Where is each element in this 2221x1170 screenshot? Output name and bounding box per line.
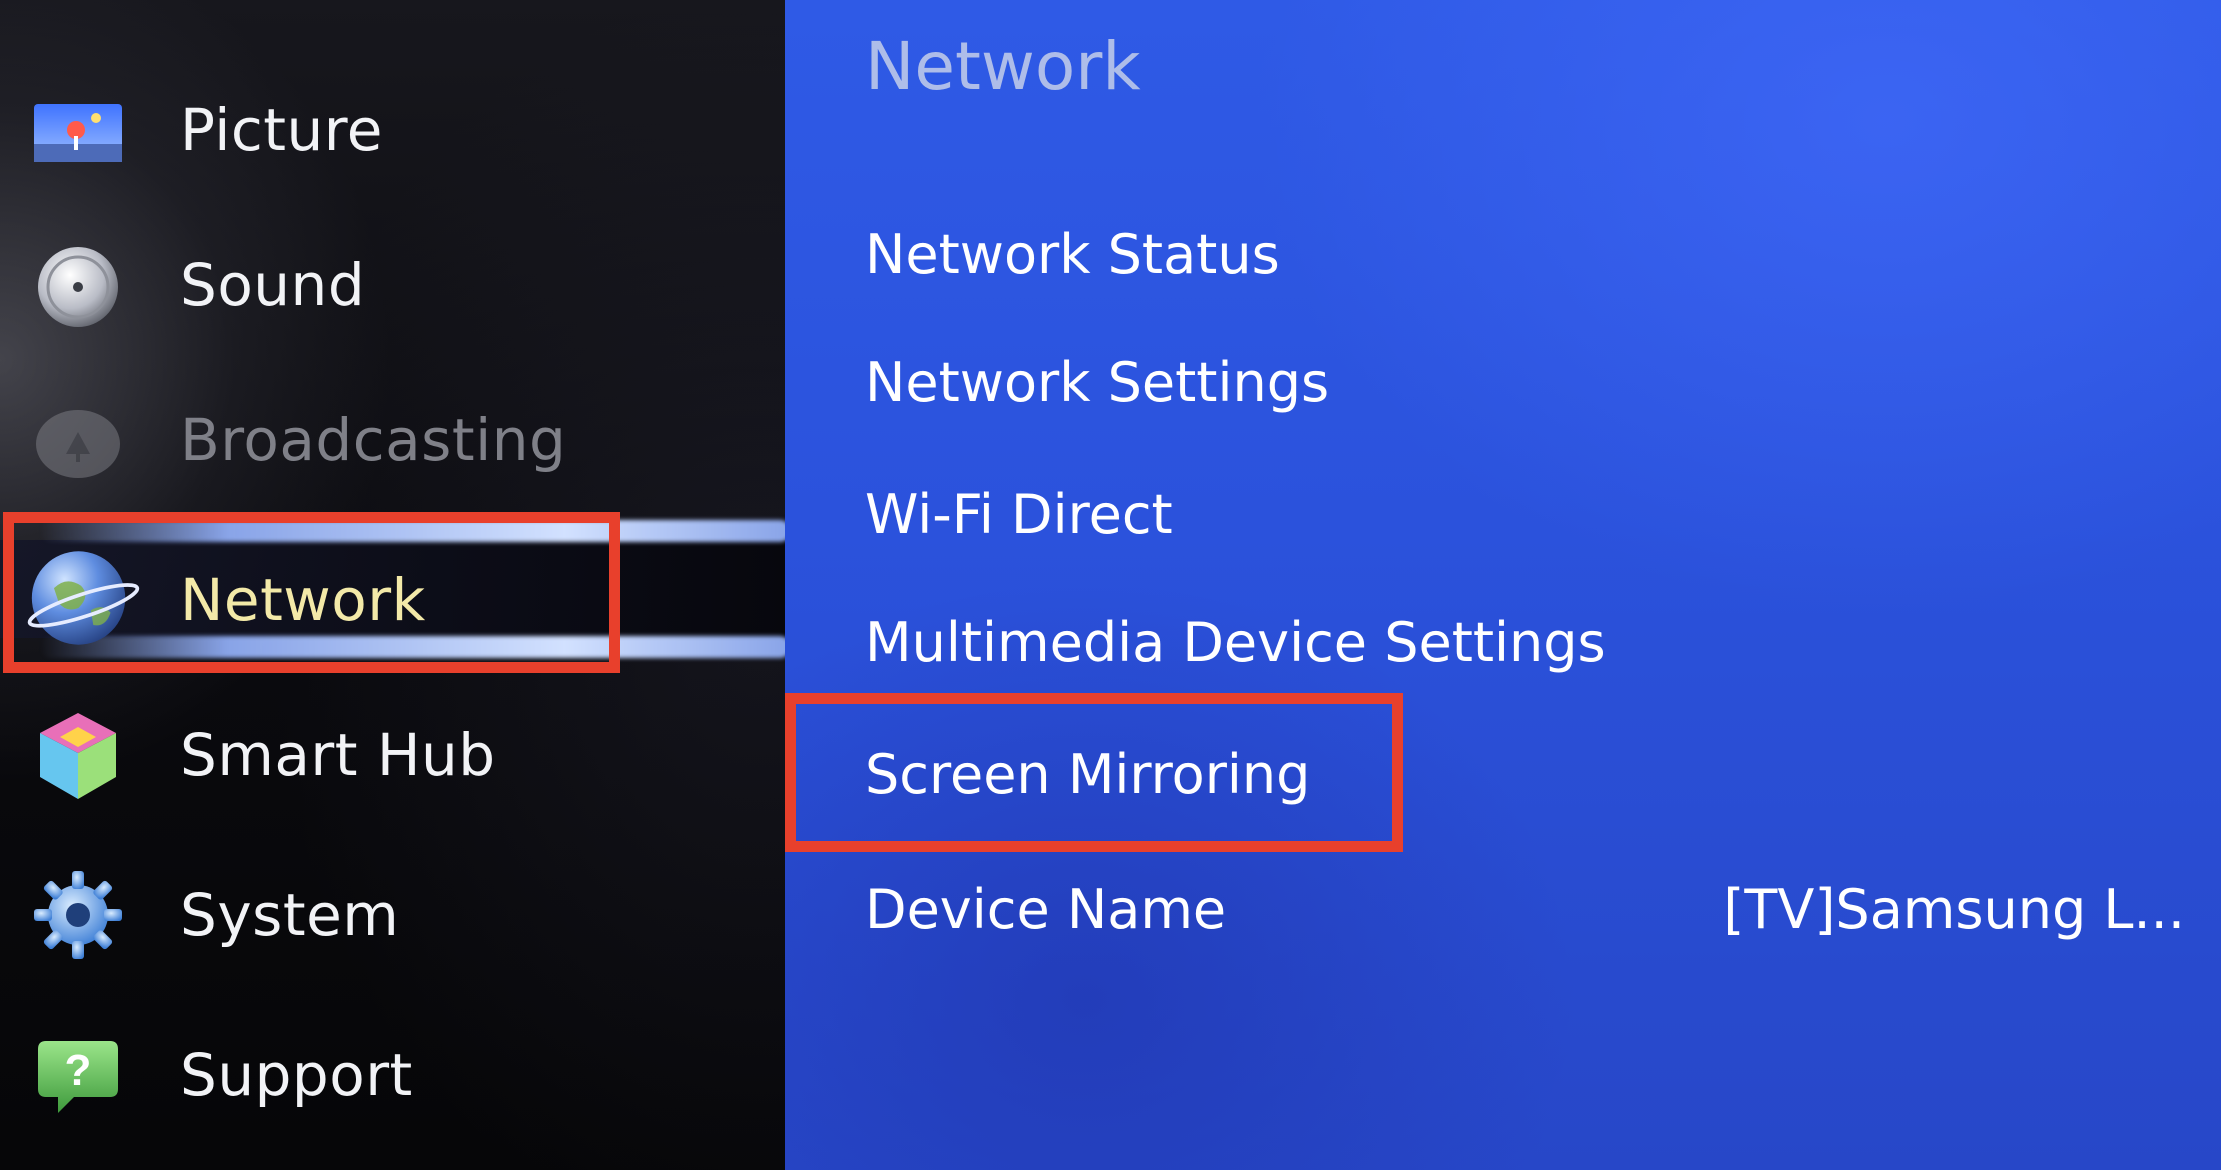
menu-option-multimedia-device-settings[interactable]: Multimedia Device Settings: [865, 588, 2185, 698]
sidebar-item-label: Sound: [180, 251, 366, 319]
menu-option-label: Device Name: [865, 878, 1227, 941]
sidebar-item-sound[interactable]: Sound: [0, 220, 780, 350]
highlight-box-screen-mirroring: [785, 693, 1403, 852]
menu-option-label: Multimedia Device Settings: [865, 611, 1606, 674]
svg-text:?: ?: [65, 1046, 92, 1095]
menu-option-label: Wi-Fi Direct: [865, 483, 1173, 546]
network-settings-panel: Network Network Status Network Settings …: [785, 0, 2221, 1170]
sidebar-item-system[interactable]: System: [0, 850, 780, 980]
sidebar-item-support[interactable]: ? Support: [0, 1010, 780, 1140]
menu-option-network-status[interactable]: Network Status: [865, 200, 2185, 310]
help-bubble-icon: ?: [38, 1041, 118, 1113]
menu-option-device-name[interactable]: Device Name [TV]Samsung L...: [865, 855, 2185, 965]
picture-icon: [34, 104, 122, 162]
smart-hub-cube-icon: [40, 713, 116, 799]
panel-title: Network: [865, 28, 1141, 105]
sidebar-item-label: Picture: [180, 96, 383, 164]
highlight-box-network: [3, 512, 620, 673]
tv-settings-screen: Picture Sound Broadcasting Network Smart…: [0, 0, 2221, 1170]
sound-icon: [38, 247, 118, 327]
sidebar-item-label: Broadcasting: [180, 406, 567, 474]
sidebar-item-broadcasting[interactable]: Broadcasting: [0, 375, 780, 505]
sidebar-item-label: Smart Hub: [180, 721, 496, 789]
sidebar-item-picture[interactable]: Picture: [0, 65, 780, 195]
menu-option-wifi-direct[interactable]: Wi-Fi Direct: [865, 460, 2185, 570]
menu-option-network-settings[interactable]: Network Settings: [865, 328, 2185, 438]
sidebar-item-label: Support: [180, 1041, 413, 1109]
menu-option-label: Network Settings: [865, 351, 1330, 414]
device-name-value: [TV]Samsung L...: [1723, 878, 2185, 941]
sidebar-item-smart-hub[interactable]: Smart Hub: [0, 690, 780, 820]
broadcasting-icon: [36, 410, 120, 478]
gear-icon: [34, 871, 122, 959]
menu-option-label: Network Status: [865, 223, 1280, 286]
sidebar-item-label: System: [180, 881, 400, 949]
